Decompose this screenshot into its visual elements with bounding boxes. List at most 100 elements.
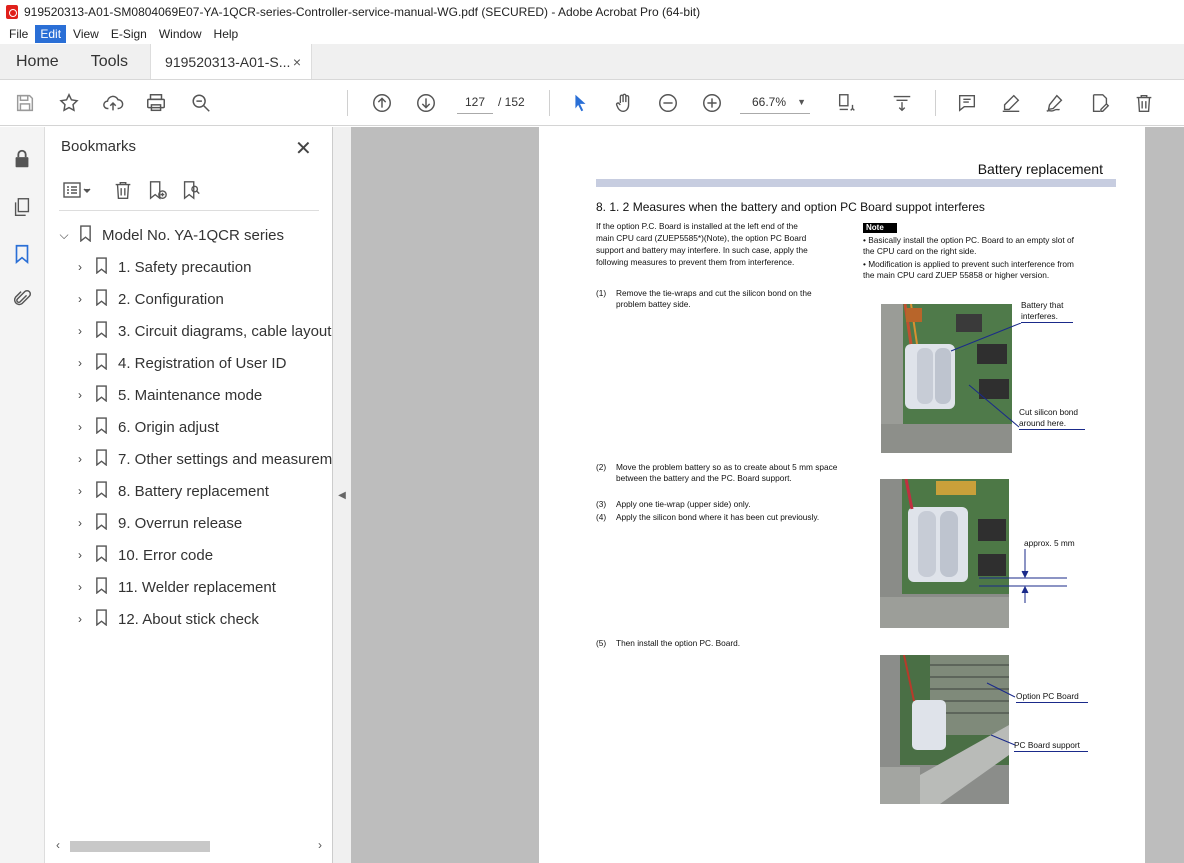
zoom-level-select[interactable]: 66.7% ▼ xyxy=(740,90,810,114)
chevron-right-icon[interactable]: › xyxy=(73,260,87,274)
delete-icon[interactable] xyxy=(1132,91,1156,115)
step-text: Move the problem battery so as to create… xyxy=(616,462,838,483)
chevron-right-icon[interactable]: › xyxy=(73,548,87,562)
chevron-right-icon[interactable]: › xyxy=(73,324,87,338)
bookmarks-toolbar xyxy=(59,177,319,211)
bookmarks-panel: Bookmarks ✕ ⌵ Model No. YA-1QCR series ›… xyxy=(45,127,333,863)
bookmark-icon xyxy=(95,448,108,470)
hand-tool-icon[interactable] xyxy=(612,91,636,115)
scroll-mode-icon[interactable] xyxy=(890,91,914,115)
zoom-search-icon[interactable] xyxy=(189,91,213,115)
bookmark-icon xyxy=(95,384,108,406)
bookmark-item[interactable]: › 4. Registration of User ID xyxy=(45,347,332,379)
chevron-right-icon[interactable]: › xyxy=(73,452,87,466)
bookmark-item[interactable]: › 3. Circuit diagrams, cable layout xyxy=(45,315,332,347)
bookmark-label: 9. Overrun release xyxy=(118,514,243,532)
bookmark-label: 5. Maintenance mode xyxy=(118,386,263,404)
note-line: the CPU card on the right side. xyxy=(863,246,977,256)
tab-home[interactable]: Home xyxy=(0,44,75,79)
highlight-pen-icon[interactable] xyxy=(999,91,1023,115)
chevron-right-icon[interactable]: › xyxy=(73,612,87,626)
menu-edit[interactable]: Edit xyxy=(35,25,67,43)
chevron-right-icon[interactable]: › xyxy=(73,356,87,370)
header-rule xyxy=(596,179,1116,187)
menu-view[interactable]: View xyxy=(68,25,104,43)
bookmark-item[interactable]: › 10. Error code xyxy=(45,539,332,571)
chevron-right-icon[interactable]: › xyxy=(73,292,87,306)
bookmark-icon xyxy=(95,256,108,278)
bookmark-root[interactable]: ⌵ Model No. YA-1QCR series xyxy=(45,219,332,251)
document-viewer[interactable]: Battery replacement 8. 1. 2 Measures whe… xyxy=(351,127,1184,863)
bookmark-item[interactable]: › 6. Origin adjust xyxy=(45,411,332,443)
bookmark-label: 12. About stick check xyxy=(118,610,259,628)
options-menu-icon[interactable] xyxy=(59,177,95,203)
close-tab-icon[interactable]: × xyxy=(293,54,301,70)
page-header: Battery replacement xyxy=(977,161,1103,177)
tab-bar: Home Tools 919520313-A01-S... × xyxy=(0,44,1184,80)
bookmark-item[interactable]: › 12. About stick check xyxy=(45,603,332,635)
chevron-right-icon[interactable]: › xyxy=(73,516,87,530)
bookmark-icon xyxy=(95,288,108,310)
callout-arrows xyxy=(986,682,1016,746)
bookmark-item[interactable]: › 5. Maintenance mode xyxy=(45,379,332,411)
chevron-right-icon[interactable]: › xyxy=(73,484,87,498)
save-icon[interactable] xyxy=(13,91,37,115)
bookmark-item[interactable]: › 1. Safety precaution xyxy=(45,251,332,283)
lock-icon[interactable] xyxy=(10,147,34,171)
note-line: the main CPU card ZUEP 55858 or higher v… xyxy=(863,270,1050,280)
close-icon[interactable]: ✕ xyxy=(295,136,312,161)
new-bookmark-icon[interactable] xyxy=(143,177,171,203)
bookmark-item[interactable]: › 7. Other settings and measurem xyxy=(45,443,332,475)
chevron-down-icon[interactable]: ⌵ xyxy=(57,228,71,243)
menu-esign[interactable]: E-Sign xyxy=(106,25,152,43)
bookmark-label: 10. Error code xyxy=(118,546,214,564)
page-total: / 152 xyxy=(498,95,525,109)
bookmark-item[interactable]: › 8. Battery replacement xyxy=(45,475,332,507)
bookmark-label: 8. Battery replacement xyxy=(118,482,269,500)
tab-document[interactable]: 919520313-A01-S... × xyxy=(150,44,313,79)
section-heading: 8. 1. 2 Measures when the battery and op… xyxy=(596,200,985,214)
menu-window[interactable]: Window xyxy=(154,25,207,43)
bookmark-label: 1. Safety precaution xyxy=(118,258,252,276)
bookmark-item[interactable]: › 9. Overrun release xyxy=(45,507,332,539)
bookmark-label: 11. Welder replacement xyxy=(118,578,276,596)
page-number-input[interactable]: 127 xyxy=(457,90,493,114)
bookmark-panel-icon[interactable] xyxy=(10,242,34,266)
bookmark-label: 4. Registration of User ID xyxy=(118,354,287,372)
page-thumbnails-icon[interactable] xyxy=(10,195,34,219)
menu-file[interactable]: File xyxy=(4,25,33,43)
chevron-down-icon: ▼ xyxy=(797,97,806,107)
main-toolbar xyxy=(0,80,1184,126)
previous-page-icon[interactable] xyxy=(370,91,394,115)
scroll-left-icon[interactable]: ‹ xyxy=(56,838,60,852)
scrollbar-thumb[interactable] xyxy=(70,841,210,852)
bookmark-item[interactable]: › 2. Configuration xyxy=(45,283,332,315)
tab-tools[interactable]: Tools xyxy=(75,44,144,79)
menu-help[interactable]: Help xyxy=(209,25,244,43)
next-page-icon[interactable] xyxy=(414,91,438,115)
edit-pdf-icon[interactable] xyxy=(1088,91,1112,115)
bookmark-icon xyxy=(95,352,108,374)
print-icon[interactable] xyxy=(144,91,168,115)
scroll-right-icon[interactable]: › xyxy=(318,838,322,852)
chevron-right-icon[interactable]: › xyxy=(73,580,87,594)
zoom-in-icon[interactable] xyxy=(700,91,724,115)
chevron-right-icon[interactable]: › xyxy=(73,388,87,402)
panel-collapse-handle[interactable]: ◀ xyxy=(333,127,351,863)
upload-cloud-icon[interactable] xyxy=(101,91,125,115)
collapse-left-icon[interactable]: ◀ xyxy=(338,490,346,501)
sign-icon[interactable] xyxy=(1043,91,1067,115)
bookmarks-horizontal-scrollbar[interactable]: ‹ › xyxy=(52,838,330,856)
chevron-right-icon[interactable]: › xyxy=(73,420,87,434)
zoom-out-icon[interactable] xyxy=(656,91,680,115)
comment-icon[interactable] xyxy=(955,91,979,115)
bookmark-icon xyxy=(95,320,108,342)
select-cursor-icon[interactable] xyxy=(568,91,592,115)
attachment-icon[interactable] xyxy=(10,287,34,311)
find-bookmark-icon[interactable] xyxy=(177,177,205,203)
delete-bookmark-icon[interactable] xyxy=(109,177,137,203)
page-fit-icon[interactable] xyxy=(835,91,859,115)
step-text: Then install the option PC. Board. xyxy=(616,638,741,648)
star-icon[interactable] xyxy=(57,91,81,115)
bookmark-item[interactable]: › 11. Welder replacement xyxy=(45,571,332,603)
